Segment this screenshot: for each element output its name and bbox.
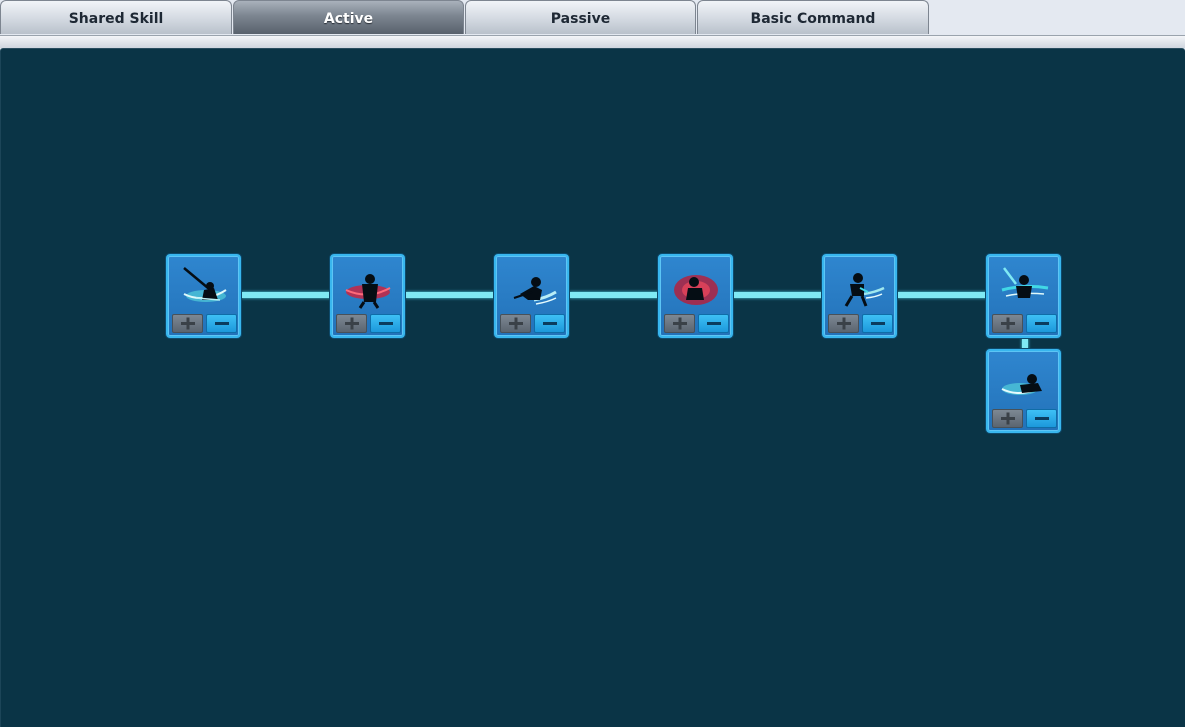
increase-skill-7-button[interactable] [992,409,1023,428]
increase-skill-2-button[interactable] [336,314,367,333]
plus-icon [344,317,359,330]
dash-strike-icon [513,277,557,305]
decrease-skill-4-button[interactable] [698,314,729,333]
tab-divider-strip [0,35,1185,48]
tab-basic-command[interactable]: Basic Command [697,0,929,34]
sword-slash-icon [183,267,227,302]
increase-skill-1-button[interactable] [172,314,203,333]
skill-node-5[interactable] [822,254,897,338]
blade-wave-icon [1001,267,1049,298]
minus-icon [706,322,721,325]
tab-shared-skill[interactable]: Shared Skill [0,0,232,34]
skill-tree-panel [0,48,1185,727]
tab-active[interactable]: Active [233,0,464,34]
increase-skill-6-button[interactable] [992,314,1023,333]
connector-4-5 [733,292,824,298]
connector-1-2 [241,292,332,298]
rising-strike-icon [844,273,885,307]
skill-node-3[interactable] [494,254,569,338]
plus-icon [672,317,687,330]
skill-node-2[interactable] [330,254,405,338]
increase-skill-5-button[interactable] [828,314,859,333]
skill-node-7[interactable] [986,349,1061,433]
tab-bar: Shared Skill Active Passive Basic Comman… [0,0,1185,35]
minus-icon [870,322,885,325]
skill-node-4[interactable] [658,254,733,338]
connector-5-6 [897,292,988,298]
increase-skill-4-button[interactable] [664,314,695,333]
plus-icon [1000,317,1015,330]
blood-burst-icon [674,275,718,305]
decrease-skill-1-button[interactable] [206,314,237,333]
skill-node-6[interactable] [986,254,1061,338]
decrease-skill-3-button[interactable] [534,314,565,333]
plus-icon [1000,412,1015,425]
increase-skill-3-button[interactable] [500,314,531,333]
plus-icon [508,317,523,330]
minus-icon [542,322,557,325]
tab-passive[interactable]: Passive [465,0,696,34]
plus-icon [180,317,195,330]
minus-icon [214,322,229,325]
decrease-skill-7-button[interactable] [1026,409,1057,428]
decrease-skill-5-button[interactable] [862,314,893,333]
plus-icon [836,317,851,330]
crimson-slash-icon [345,274,391,309]
minus-icon [1034,417,1049,420]
decrease-skill-6-button[interactable] [1026,314,1057,333]
ground-slide-icon [1001,374,1042,395]
decrease-skill-2-button[interactable] [370,314,401,333]
connector-2-3 [405,292,496,298]
minus-icon [378,322,393,325]
connector-3-4 [569,292,660,298]
minus-icon [1034,322,1049,325]
skill-node-1[interactable] [166,254,241,338]
